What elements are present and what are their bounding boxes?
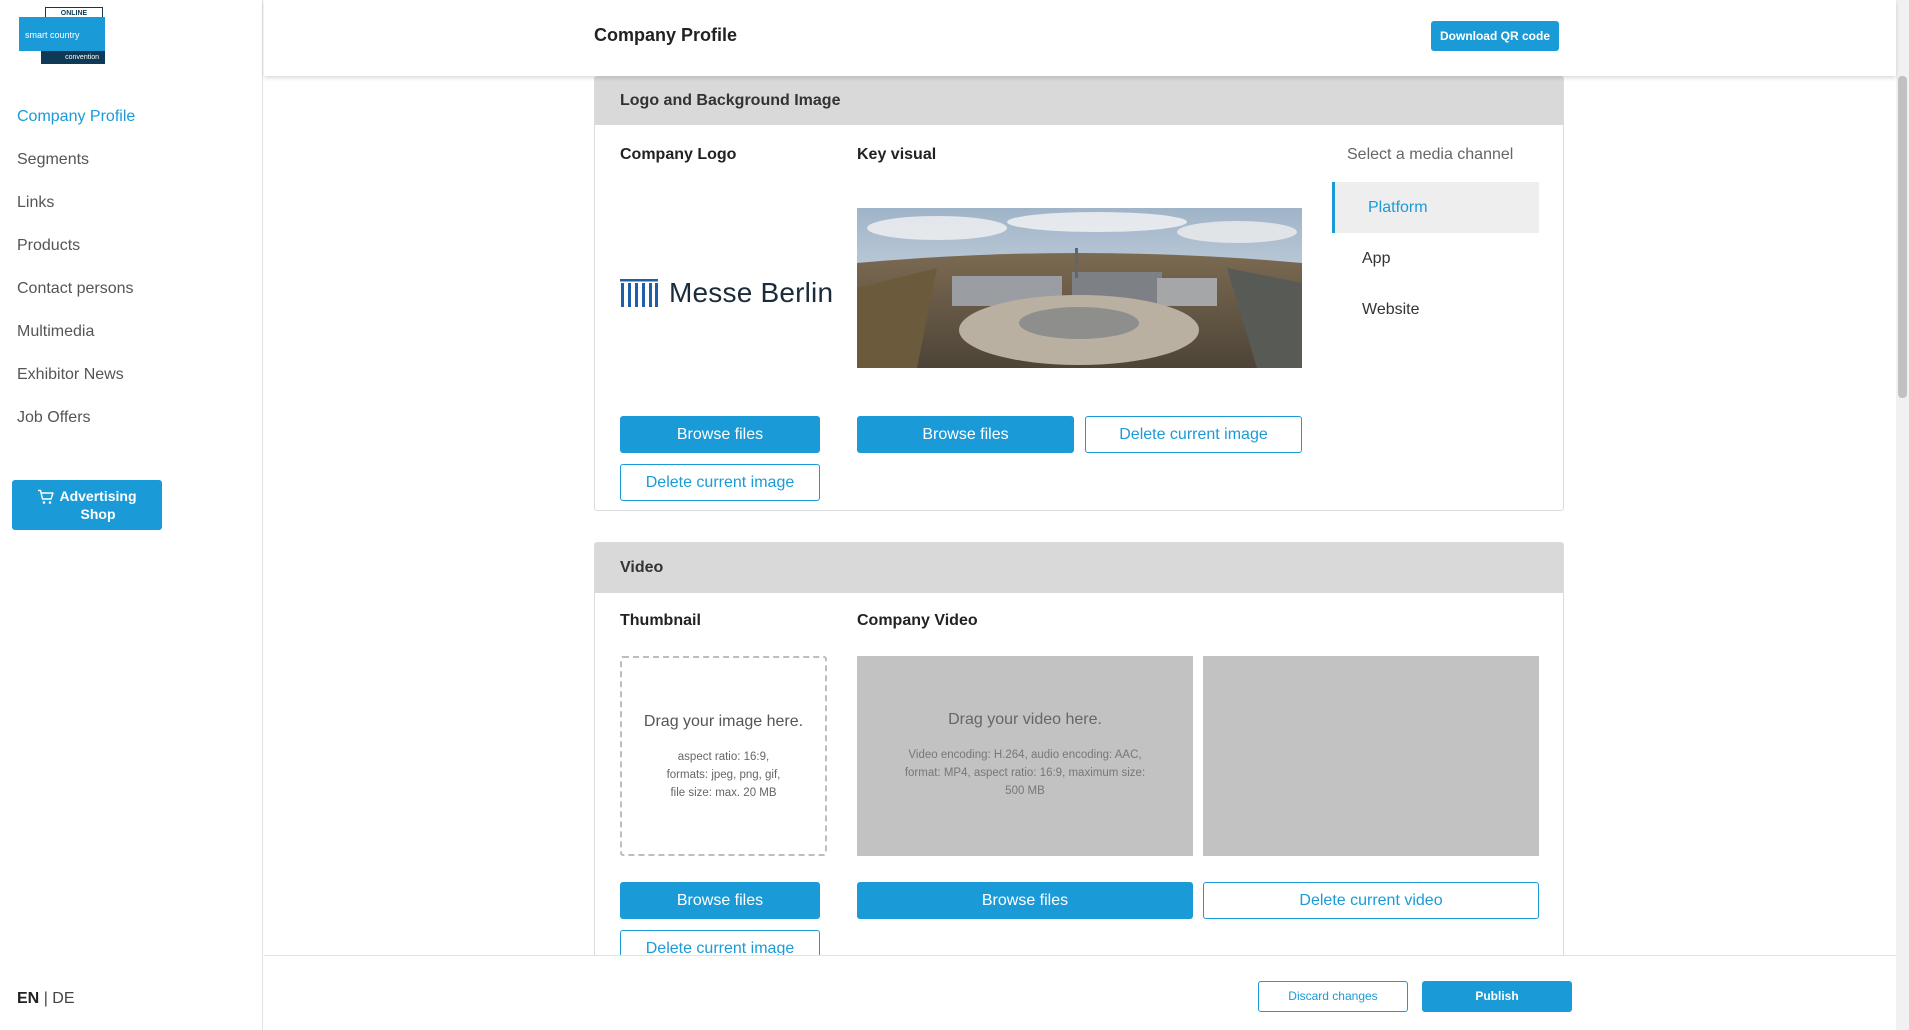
video-drop-info: Video encoding: H.264, audio encoding: A… [904,749,1146,797]
image-drop-info: aspect ratio: 16:9, formats: jpeg, png, … [622,748,825,802]
key-visual-label: Key visual [857,146,937,163]
video-drop-title: Drag your video here. [948,711,1102,728]
sidebar-item-multimedia[interactable]: Multimedia [17,320,135,363]
channel-platform[interactable]: Platform [1332,182,1539,233]
shop-label-line2: Shop [80,506,116,522]
top-header: Company Profile Download QR code [264,0,1896,76]
image-drop-info-ratio: aspect ratio: 16:9, [677,751,770,763]
video-preview [1203,656,1539,856]
company-logo-name: Messe Berlin [669,277,834,308]
publish-button[interactable]: Publish [1422,981,1572,1012]
logo-background-section: Logo and Background Image Company Logo K… [594,76,1564,511]
cart-icon [38,489,54,504]
keyvisual-browse-files-button[interactable]: Browse files [857,416,1074,453]
media-channel-list: Platform App Website [1332,182,1539,335]
sidebar: ONLINE smart country convention Company … [0,0,263,1030]
messe-berlin-bars-icon [620,279,658,307]
discard-changes-button[interactable]: Discard changes [1258,981,1408,1012]
sidebar-item-products[interactable]: Products [17,234,135,277]
page-title: Company Profile [594,25,738,45]
media-channel-title: Select a media channel [1347,146,1514,163]
section-title-logo: Logo and Background Image [595,77,1563,125]
lang-de[interactable]: DE [52,990,74,1007]
thumbnail-label: Thumbnail [620,612,701,629]
channel-app[interactable]: App [1332,233,1539,284]
advertising-shop-button[interactable]: Advertising Shop [12,480,162,530]
download-qr-button[interactable]: Download QR code [1431,21,1559,51]
scrollbar-thumb[interactable] [1898,76,1907,398]
video-dropzone[interactable]: Drag your video here. Video encoding: H.… [857,656,1193,856]
thumbnail-dropzone[interactable]: Drag your image here. aspect ratio: 16:9… [620,656,827,856]
sidebar-item-links[interactable]: Links [17,191,135,234]
logo-sub: convention [41,51,105,64]
video-section: Video Thumbnail Company Video Drag your … [594,542,1564,967]
company-logo-label: Company Logo [620,146,737,163]
sidebar-item-segments[interactable]: Segments [17,148,135,191]
keyvisual-delete-image-button[interactable]: Delete current image [1085,416,1302,453]
video-delete-button[interactable]: Delete current video [1203,882,1539,919]
language-switch: EN | DE [17,990,75,1008]
sidebar-item-exhibitor-news[interactable]: Exhibitor News [17,363,135,406]
image-drop-info-formats: formats: jpeg, png, gif, [666,769,781,781]
lang-en[interactable]: EN [17,990,39,1007]
key-visual-image [857,208,1302,368]
image-drop-info-size: file size: max. 20 MB [670,787,777,799]
sidebar-item-job-offers[interactable]: Job Offers [17,406,135,449]
sidebar-nav: Company Profile Segments Links Products … [17,105,135,449]
logo-browse-files-button[interactable]: Browse files [620,416,820,453]
lang-separator: | [43,990,48,1007]
company-logo-preview: Messe Berlin [620,277,833,309]
page-scrollbar[interactable] [1896,0,1909,1030]
logo-delete-image-button[interactable]: Delete current image [620,464,820,501]
action-footer: Discard changes Publish [264,955,1896,1030]
section-title-video: Video [595,543,1563,593]
video-browse-files-button[interactable]: Browse files [857,882,1193,919]
image-drop-title: Drag your image here. [643,713,804,730]
channel-website[interactable]: Website [1332,284,1539,335]
logo-main: smart country [19,17,105,51]
thumbnail-browse-files-button[interactable]: Browse files [620,882,820,919]
company-video-label: Company Video [857,612,978,629]
sidebar-item-contact-persons[interactable]: Contact persons [17,277,135,320]
sidebar-item-company-profile[interactable]: Company Profile [17,105,135,148]
smart-country-logo[interactable]: ONLINE smart country convention [19,7,105,64]
